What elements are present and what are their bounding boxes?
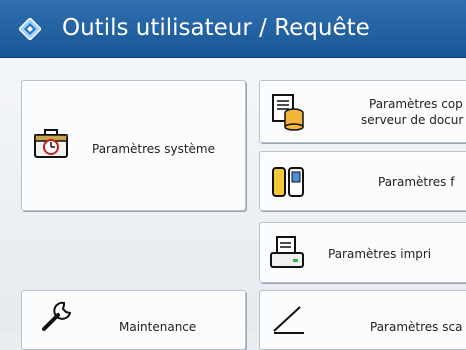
system-settings-button[interactable]: Paramètres système — [21, 80, 246, 211]
wrench-icon — [42, 301, 72, 331]
maintenance-button[interactable]: Maintenance — [21, 290, 246, 350]
printer-icon — [270, 236, 304, 268]
menu-panel: Paramètres système Paramètres cop serveu… — [0, 57, 466, 350]
title-bar: Outils utilisateur / Requête — [0, 0, 466, 57]
printer-settings-button[interactable]: Paramètres impri — [259, 222, 466, 283]
user-tools-icon — [19, 18, 41, 40]
document-server-icon — [272, 94, 304, 131]
copy-document-server-settings-button[interactable]: Paramètres cop serveur de docur — [259, 80, 466, 143]
scanner-settings-button[interactable]: Paramètres sca — [259, 290, 466, 350]
fax-icon — [272, 167, 304, 197]
fax-settings-label: Paramètres f — [378, 175, 455, 189]
toolbox-clock-icon — [34, 129, 68, 158]
fax-settings-button[interactable]: Paramètres f — [259, 151, 466, 211]
page-title: Outils utilisateur / Requête — [62, 15, 370, 41]
copy-settings-label-line2: serveur de docur — [361, 113, 464, 127]
printer-settings-label: Paramètres impri — [328, 247, 432, 261]
scanner-icon — [273, 306, 304, 334]
system-settings-label: Paramètres système — [92, 142, 215, 156]
copy-settings-label-line1: Paramètres cop — [369, 97, 463, 111]
